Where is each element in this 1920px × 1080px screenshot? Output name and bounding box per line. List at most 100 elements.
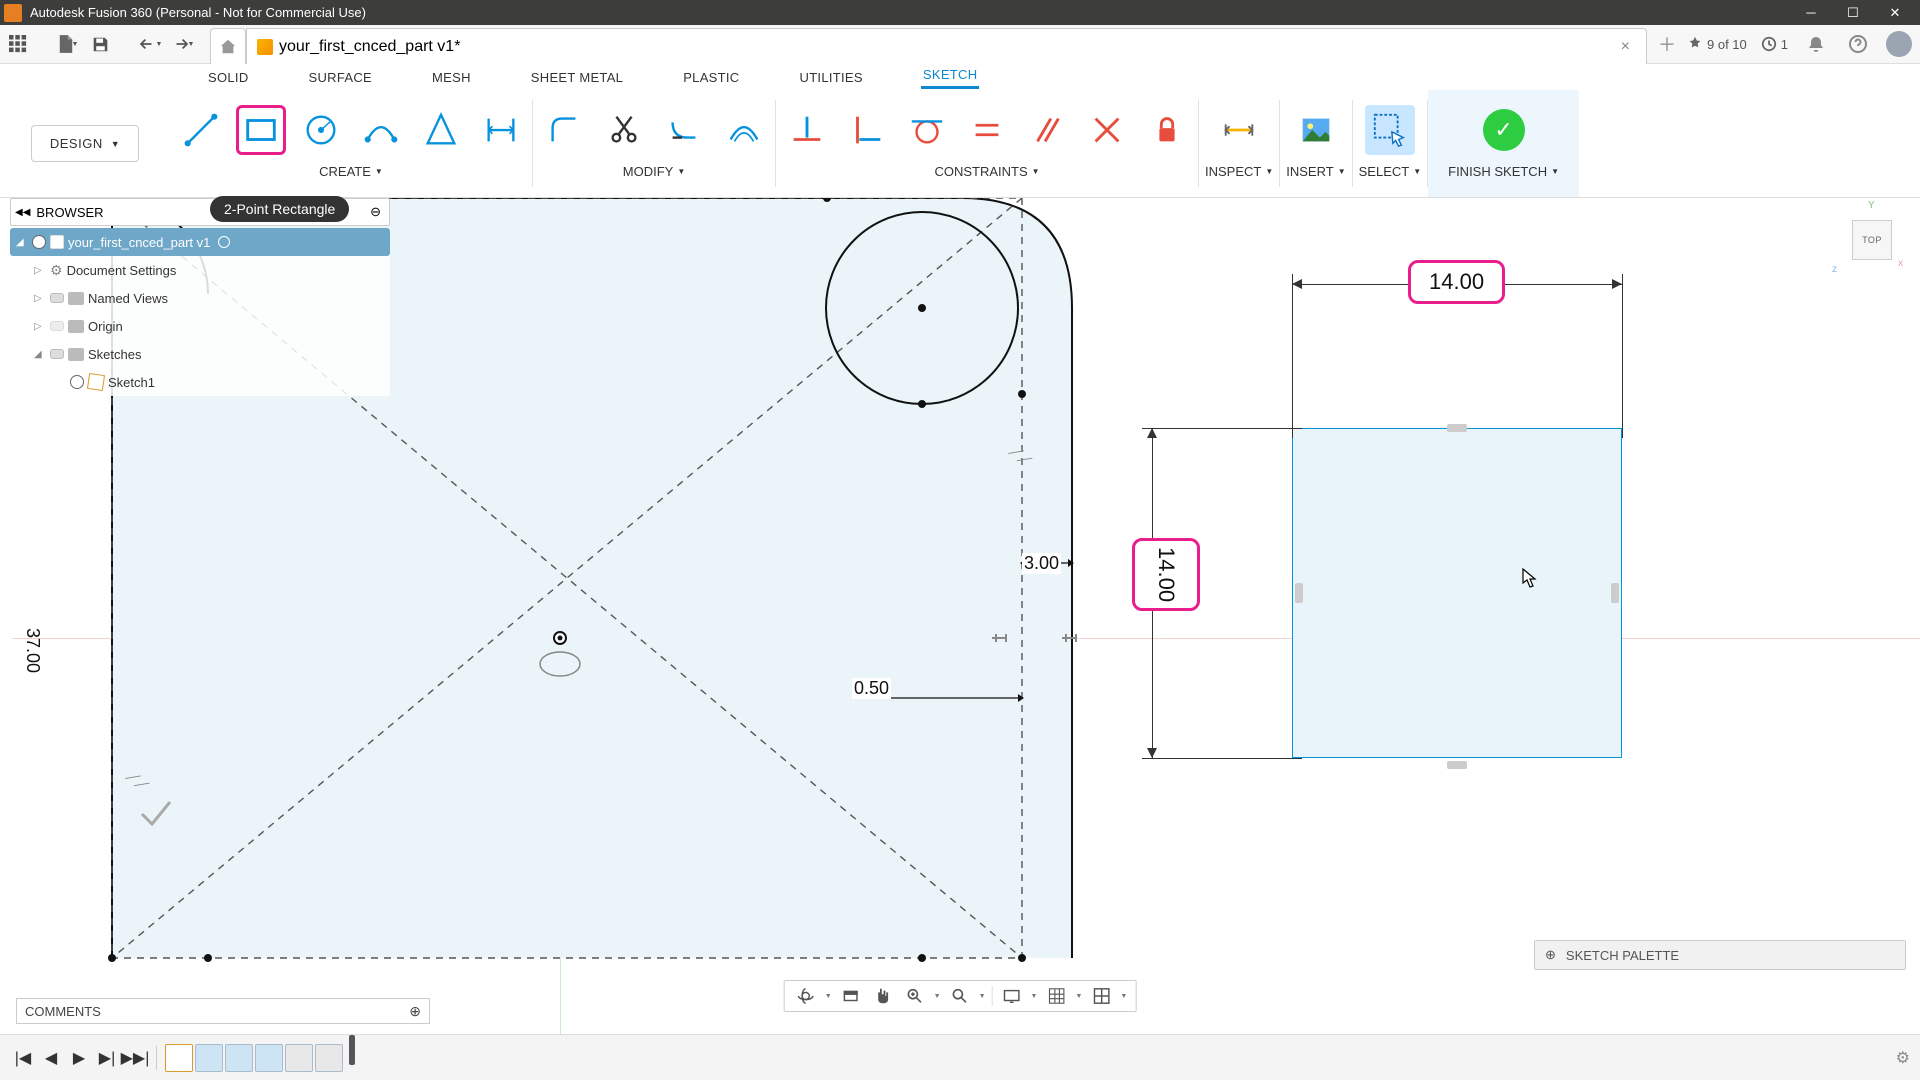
finish-sketch-button[interactable]: ✓ (1483, 109, 1525, 151)
slot-tool[interactable] (476, 105, 526, 155)
timeline-feature-sketch[interactable] (165, 1044, 193, 1072)
rectangle-tool[interactable] (236, 105, 286, 155)
select-tool[interactable] (1365, 105, 1415, 155)
arc-tool[interactable] (356, 105, 406, 155)
activate-radio-icon[interactable] (218, 236, 230, 248)
zoom-button[interactable] (902, 983, 928, 1009)
ribbon-group-constraints-label[interactable]: CONSTRAINTS ▼ (934, 158, 1039, 183)
undo-button[interactable]: ▼ (136, 30, 164, 58)
workspace-picker[interactable]: DESIGN▼ (31, 125, 139, 162)
document-tab[interactable]: your_first_cnced_part v1* × (246, 28, 1647, 64)
data-panel-button[interactable] (4, 30, 32, 58)
dimension-width[interactable]: 14.00 (1408, 260, 1505, 304)
timeline-feature[interactable] (285, 1044, 313, 1072)
tree-item-named-views[interactable]: ▷ Named Views (10, 284, 390, 312)
look-at-button[interactable] (838, 983, 864, 1009)
dimension-fillet[interactable]: 0.50 (852, 678, 891, 699)
tab-sketch[interactable]: SKETCH (921, 63, 980, 89)
equal-constraint[interactable] (962, 105, 1012, 155)
add-comment-button[interactable]: ⊕ (409, 1003, 421, 1020)
tree-root[interactable]: ◢ your_first_cnced_part v1 (10, 228, 390, 256)
ribbon-group-create-label[interactable]: CREATE ▼ (319, 158, 383, 183)
sketch-palette-header[interactable]: ⊕ SKETCH PALETTE (1534, 940, 1906, 970)
perpendicular-constraint[interactable] (1082, 105, 1132, 155)
timeline-settings-button[interactable]: ⚙ (1896, 1048, 1910, 1068)
sketch-rectangle[interactable] (1292, 428, 1622, 758)
recovery-status[interactable]: 9 of 10 (1687, 36, 1747, 52)
measure-tool[interactable] (1214, 105, 1264, 155)
file-menu-button[interactable]: ▼ (54, 30, 82, 58)
timeline-prev-button[interactable]: ◀ (38, 1045, 64, 1071)
insert-image-tool[interactable] (1291, 105, 1341, 155)
timeline-playhead[interactable] (349, 1035, 355, 1065)
timeline-start-button[interactable]: |◀ (10, 1045, 36, 1071)
timeline-feature[interactable] (195, 1044, 223, 1072)
circle-tool[interactable] (296, 105, 346, 155)
visibility-toggle-icon[interactable] (50, 321, 64, 331)
viewcube-face[interactable]: TOP (1852, 220, 1892, 260)
minimize-button[interactable]: ─ (1790, 0, 1832, 25)
tree-item-doc-settings[interactable]: ▷ ⚙ Document Settings (10, 256, 390, 284)
vertical-constraint[interactable] (842, 105, 892, 155)
offset-tool[interactable] (719, 105, 769, 155)
user-avatar[interactable] (1886, 31, 1912, 57)
extend-tool[interactable] (659, 105, 709, 155)
visibility-toggle-icon[interactable] (50, 349, 64, 359)
notifications-button[interactable] (1802, 30, 1830, 58)
tab-solid[interactable]: SOLID (206, 66, 251, 89)
timeline-end-button[interactable]: ▶▶| (122, 1045, 148, 1071)
tab-surface[interactable]: SURFACE (307, 66, 375, 89)
dimension-height[interactable]: 14.00 (1132, 538, 1200, 611)
tab-mesh[interactable]: MESH (430, 66, 473, 89)
home-tab[interactable] (210, 28, 246, 64)
ribbon-group-modify-label[interactable]: MODIFY ▼ (623, 158, 685, 183)
visibility-toggle-icon[interactable] (50, 293, 64, 303)
ribbon-group-insert-label[interactable]: INSERT ▼ (1286, 158, 1345, 183)
tab-utilities[interactable]: UTILITIES (798, 66, 865, 89)
expand-icon[interactable]: ⊕ (1545, 947, 1556, 963)
tree-item-sketch1[interactable]: Sketch1 (10, 368, 390, 396)
save-button[interactable] (86, 30, 114, 58)
browser-minimize-button[interactable]: ⊖ (370, 204, 385, 220)
fit-button[interactable] (947, 983, 973, 1009)
document-tab-close-button[interactable]: × (1615, 38, 1636, 56)
tree-item-sketches[interactable]: ◢ Sketches (10, 340, 390, 368)
horizontal-constraint[interactable] (782, 105, 832, 155)
dimension-inset[interactable]: 3.00 (1022, 553, 1061, 574)
fix-constraint[interactable] (1142, 105, 1192, 155)
polygon-tool[interactable] (416, 105, 466, 155)
trim-tool[interactable] (599, 105, 649, 155)
redo-button[interactable]: ▼ (168, 30, 196, 58)
tab-plastic[interactable]: PLASTIC (681, 66, 741, 89)
timeline-play-button[interactable]: ▶ (66, 1045, 92, 1071)
ribbon-group-finish-label[interactable]: FINISH SKETCH ▼ (1448, 158, 1559, 183)
comments-panel[interactable]: COMMENTS ⊕ (16, 998, 430, 1024)
tab-sheet-metal[interactable]: SHEET METAL (529, 66, 625, 89)
tangent-constraint[interactable] (902, 105, 952, 155)
grid-settings-button[interactable] (1043, 983, 1069, 1009)
line-tool[interactable] (176, 105, 226, 155)
pan-button[interactable] (870, 983, 896, 1009)
timeline-feature[interactable] (255, 1044, 283, 1072)
help-button[interactable] (1844, 30, 1872, 58)
viewport-layout-button[interactable] (1088, 983, 1114, 1009)
parallel-constraint[interactable] (1022, 105, 1072, 155)
tree-item-origin[interactable]: ▷ Origin (10, 312, 390, 340)
collapse-icon[interactable]: ◀◀ (15, 207, 30, 218)
ribbon-group-inspect-label[interactable]: INSPECT ▼ (1205, 158, 1273, 183)
timeline-feature[interactable] (225, 1044, 253, 1072)
orbit-button[interactable] (793, 983, 819, 1009)
visibility-toggle-icon[interactable] (32, 235, 46, 249)
new-tab-button[interactable]: ＋ (1653, 30, 1681, 58)
ribbon-group-select-label[interactable]: SELECT ▼ (1359, 158, 1422, 183)
timeline-feature[interactable] (315, 1044, 343, 1072)
display-settings-button[interactable] (999, 983, 1025, 1009)
close-button[interactable]: ✕ (1874, 0, 1916, 25)
job-status[interactable]: 1 (1761, 36, 1788, 52)
maximize-button[interactable]: ☐ (1832, 0, 1874, 25)
fillet-tool[interactable] (539, 105, 589, 155)
dimension-side[interactable]: 37.00 (22, 628, 43, 673)
visibility-toggle-icon[interactable] (70, 375, 84, 389)
viewcube[interactable]: z Y x TOP (1846, 214, 1898, 266)
timeline-next-button[interactable]: ▶| (94, 1045, 120, 1071)
